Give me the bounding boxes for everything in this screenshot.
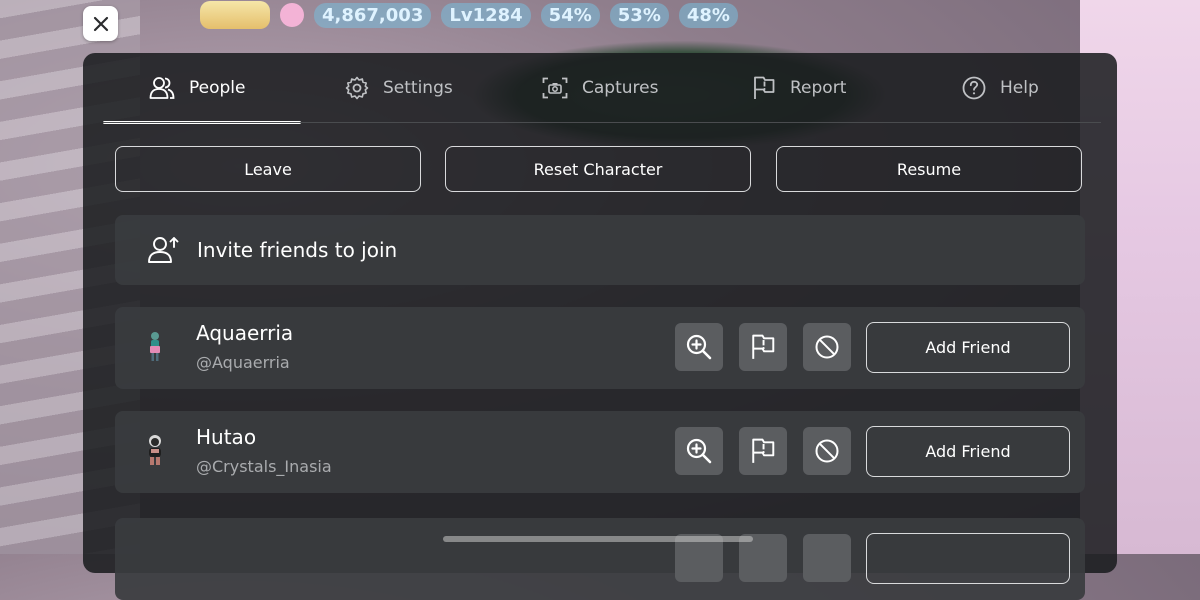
tab-bar: People Settings Captures Report Help	[103, 53, 1101, 124]
block-player-button[interactable]	[803, 323, 851, 371]
list-item	[115, 518, 1085, 600]
invite-friends-label: Invite friends to join	[197, 238, 398, 262]
people-icon	[149, 77, 175, 99]
tab-settings[interactable]: Settings	[345, 53, 453, 123]
resume-button[interactable]: Resume	[776, 146, 1082, 192]
menu-panel: People Settings Captures Report Help Lea…	[83, 53, 1117, 600]
inspect-button[interactable]	[675, 427, 723, 475]
tab-report-label: Report	[790, 78, 847, 98]
tab-divider	[103, 122, 1101, 123]
player-username: @Crystals_Inasia	[196, 457, 332, 476]
gem-icon	[280, 3, 304, 27]
block-player-button[interactable]	[803, 534, 851, 582]
flag-icon	[752, 334, 775, 359]
camera-icon	[542, 77, 568, 99]
block-player-button[interactable]	[803, 427, 851, 475]
add-friend-button[interactable]: Add Friend	[866, 322, 1070, 373]
tab-captures[interactable]: Captures	[542, 53, 658, 123]
tab-settings-label: Settings	[383, 78, 453, 98]
leave-button[interactable]: Leave	[115, 146, 421, 192]
player-row: Aquaerria @Aquaerria Add Friend	[115, 307, 1085, 389]
reset-character-button[interactable]: Reset Character	[445, 146, 751, 192]
block-icon	[815, 335, 839, 359]
hud-gold: 4,867,003	[314, 2, 432, 28]
help-icon	[962, 76, 986, 100]
report-player-button[interactable]	[739, 427, 787, 475]
report-player-button[interactable]	[739, 323, 787, 371]
game-logo	[200, 1, 270, 29]
tab-people[interactable]: People	[103, 53, 301, 124]
tab-report[interactable]: Report	[752, 53, 846, 123]
tab-people-label: People	[189, 78, 246, 98]
add-friend-button[interactable]	[866, 533, 1070, 584]
add-friend-button[interactable]: Add Friend	[866, 426, 1070, 477]
flag-icon	[752, 438, 775, 463]
avatar	[149, 435, 161, 465]
player-display-name: Aquaerria	[196, 321, 294, 345]
tab-captures-label: Captures	[582, 78, 659, 98]
game-hud: 4,867,003 Lv1284 54% 53% 48%	[200, 0, 738, 30]
hud-stat-2: 53%	[609, 2, 669, 28]
block-icon	[815, 439, 839, 463]
invite-friends-button[interactable]: Invite friends to join	[115, 215, 1085, 285]
flag-icon	[754, 76, 775, 99]
inspect-button[interactable]	[675, 323, 723, 371]
avatar	[150, 332, 160, 361]
add-person-icon	[148, 237, 179, 263]
close-button[interactable]	[83, 6, 118, 41]
player-display-name: Hutao	[196, 425, 257, 449]
hud-stat-3: 48%	[678, 2, 738, 28]
hud-level: Lv1284	[441, 2, 531, 28]
close-icon	[93, 16, 108, 31]
tab-help-label: Help	[1000, 78, 1039, 98]
hud-stat-1: 54%	[540, 2, 600, 28]
scroll-indicator[interactable]	[443, 536, 753, 542]
tab-help[interactable]: Help	[962, 53, 1039, 123]
player-row: Hutao @Crystals_Inasia Add Friend	[115, 411, 1085, 493]
player-username: @Aquaerria	[196, 353, 290, 372]
zoom-in-icon	[686, 334, 712, 360]
zoom-in-icon	[686, 438, 712, 464]
gear-icon	[345, 76, 369, 100]
